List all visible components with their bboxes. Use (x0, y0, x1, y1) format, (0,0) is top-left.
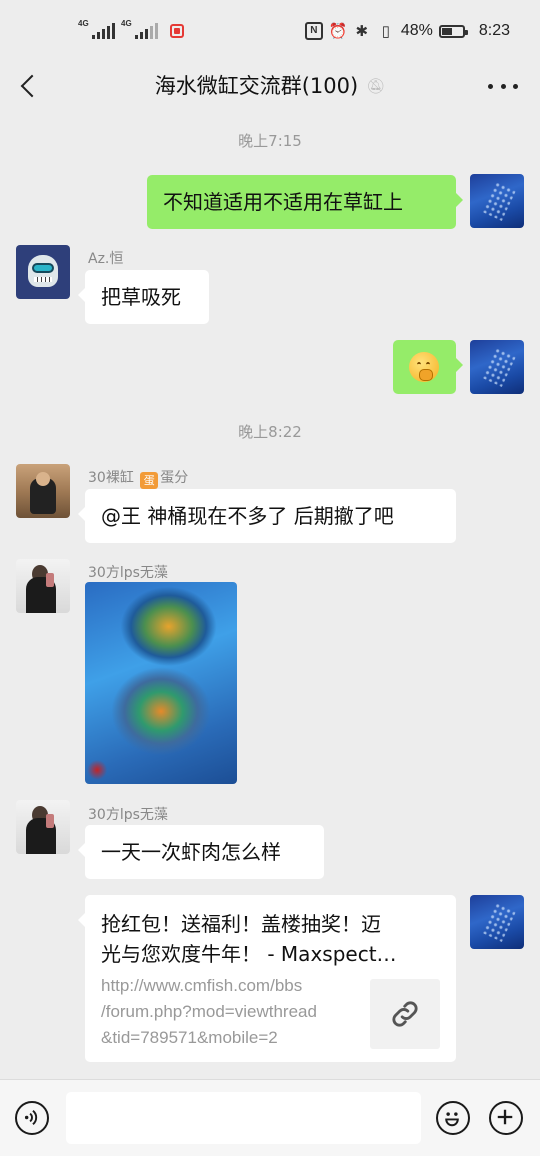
timestamp: 晚上7:15 (238, 132, 302, 150)
status-bar: 4G 4G N ⏰ ✱ ▯ 48% 8:23 (0, 0, 540, 62)
alarm-icon: ⏰ (328, 23, 348, 40)
coral-photo[interactable] (85, 582, 237, 784)
sender-name: 30裸缸 蛋蛋分 (88, 470, 189, 489)
sender-name: 30方lps无藻 (88, 807, 168, 823)
link-url: http://www.cmfish.com/bbs /forum.php?mod… (101, 976, 317, 1047)
incoming-message[interactable]: @王 神桶现在不多了 后期撤了吧 (78, 489, 456, 543)
link-card-message[interactable]: 抢红包！送福利！盖楼抽奖！迈 光与您欢度牛年！ - Maxspect… http… (78, 895, 456, 1062)
app-notification-icon (170, 24, 184, 38)
bluetooth-icon: ✱ (355, 23, 369, 40)
emoji-icon[interactable] (436, 1101, 470, 1135)
outgoing-message[interactable]: 不知道适用不适用在草缸上 (147, 175, 463, 229)
sender-name: 30方lps无藻 (88, 565, 168, 581)
avatar[interactable] (16, 800, 70, 854)
my-avatar[interactable] (470, 340, 524, 394)
chat-title: 海水微缸交流群(100) 🔕︎ (0, 70, 540, 100)
battery-percent: 48% (400, 22, 433, 39)
battery-icon (438, 24, 468, 38)
avatar[interactable] (16, 464, 70, 518)
vibrate-icon: ▯ (381, 23, 390, 40)
signal-icon: 4G (78, 19, 115, 39)
plus-icon[interactable] (489, 1101, 523, 1135)
input-bar (0, 1079, 540, 1156)
more-dots-icon[interactable] (488, 72, 518, 100)
voice-icon[interactable] (15, 1101, 49, 1135)
signal-group: 4G 4G (78, 19, 184, 42)
my-avatar[interactable] (470, 895, 524, 949)
signal-icon: 4G (121, 19, 158, 39)
egg-badge-icon: 蛋 (140, 472, 159, 489)
clock: 8:23 (478, 22, 510, 39)
chat-header: 海水微缸交流群(100) 🔕︎ (0, 62, 540, 110)
message-input[interactable] (66, 1092, 421, 1144)
avatar[interactable] (16, 559, 70, 613)
incoming-message[interactable]: 一天一次虾肉怎么样 (78, 825, 324, 879)
incoming-message[interactable]: 把草吸死 (78, 270, 209, 324)
thinking-face-emoji (409, 352, 439, 382)
group-name: 海水微缸交流群(100) (154, 74, 359, 98)
avatar[interactable] (16, 245, 70, 299)
my-avatar[interactable] (470, 174, 524, 228)
status-right: N ⏰ ✱ ▯ 48% 8:23 (304, 19, 510, 43)
nfc-icon: N (304, 22, 323, 40)
link-title: 抢红包！送福利！盖楼抽奖！迈 光与您欢度牛年！ - Maxspect… (101, 912, 397, 966)
emoji-message[interactable] (393, 340, 463, 394)
link-icon (370, 979, 440, 1049)
bell-off-icon: 🔕︎ (366, 77, 386, 95)
sender-name: Az.恒 (88, 251, 124, 267)
timestamp: 晚上8:22 (238, 423, 302, 441)
